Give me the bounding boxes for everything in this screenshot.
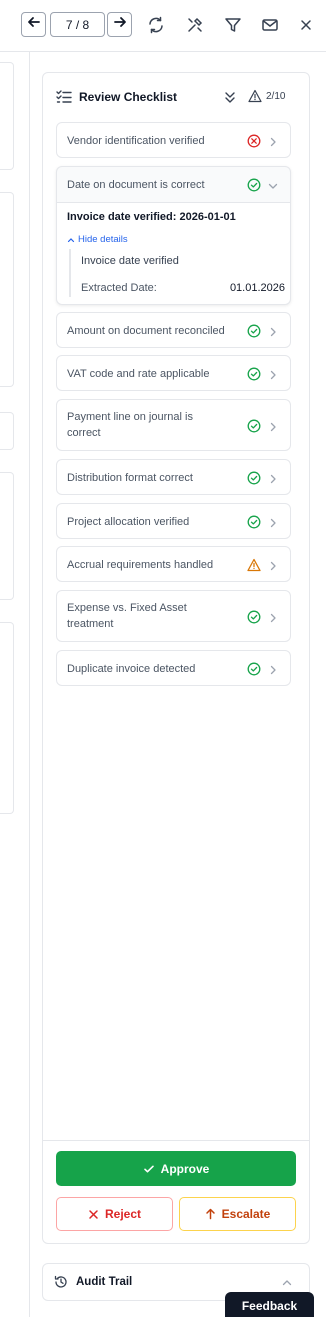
error-x-icon [247,134,261,148]
check-circle-icon [247,419,261,433]
checklist-item-vendor[interactable]: Vendor identification verified [56,122,291,158]
chevron-up-icon [67,237,75,242]
checklist-item-date[interactable]: Date on document is correct Invoice date… [56,166,291,305]
checklist-item-label: Vendor identification verified [67,135,205,147]
checklist-icon [56,89,72,105]
escalate-button[interactable]: Escalate [179,1197,296,1231]
checklist-item-details: Invoice date verified: 2026-01-01 Hide d… [57,203,290,304]
top-toolbar: 7 / 8 [0,0,326,52]
check-circle-icon [247,662,261,676]
tools-icon[interactable] [185,15,205,35]
arrow-right-icon [113,15,127,34]
arrow-left-icon [27,15,41,34]
checklist-item-header[interactable]: Date on document is correct [57,167,290,203]
filter-icon[interactable] [223,15,243,35]
check-circle-icon [247,471,261,485]
chevron-right-icon [267,611,279,623]
detail-line: Invoice date verified [81,255,179,267]
checklist-item-label: Date on document is correct [67,179,205,191]
warning-icon [248,89,262,103]
approve-label: Approve [160,1161,210,1176]
chevron-right-icon [267,325,279,337]
check-circle-icon [247,367,261,381]
reject-button[interactable]: Reject [56,1197,173,1231]
check-circle-icon [247,178,261,192]
chevron-down-icon [267,179,279,191]
refresh-icon[interactable] [146,15,166,35]
checklist-item-label: Amount on document reconciled [67,325,225,337]
checklist-item-payment-line[interactable]: Payment line on journal is correct [56,399,291,451]
close-icon[interactable] [296,15,316,35]
detail-value: 01.01.2026 [229,282,285,294]
audit-trail-title: Audit Trail [76,1276,133,1288]
checklist-item-label: Project allocation verified [67,516,190,528]
x-icon [89,1209,98,1219]
approve-button[interactable]: Approve [56,1151,296,1186]
footer-divider [43,1140,309,1141]
chevron-right-icon [267,135,279,147]
check-circle-icon [247,324,261,338]
chevron-right-icon [267,559,279,571]
left-panel-card [0,192,14,387]
mail-icon[interactable] [260,15,280,35]
checklist-item-accrual[interactable]: Accrual requirements handled [56,546,291,582]
feedback-button[interactable]: Feedback [225,1292,314,1317]
next-button[interactable] [107,12,132,37]
left-panel-card [0,622,14,814]
detail-key: Extracted Date: [81,282,157,294]
checklist-item-vat[interactable]: VAT code and rate applicable [56,355,291,391]
detail-box: Invoice date verified Extracted Date: 01… [69,249,285,297]
checklist-item-label: Expense vs. Fixed Asset treatment [67,602,187,630]
chevron-right-icon [267,368,279,380]
review-checklist-panel: Review Checklist 2/10 Vendor identificat… [42,72,310,1244]
collapse-all-icon[interactable] [222,89,238,105]
checklist-title: Review Checklist [79,90,178,104]
hide-details-label: Hide details [78,234,128,245]
hide-details-link[interactable]: Hide details [67,234,128,245]
checklist-item-label: Payment line on journal is correct [67,411,193,439]
page: 7 / 8 Review Checklist 2/10 Vendor ident… [0,0,326,1317]
chevron-right-icon [267,472,279,484]
left-panel-card [0,412,14,450]
chevron-right-icon [267,663,279,675]
check-circle-icon [247,515,261,529]
left-panel-edge [0,52,30,1317]
chevron-right-icon [267,516,279,528]
chevron-right-icon [267,420,279,432]
checklist-item-label: Accrual requirements handled [67,559,214,571]
issue-count-badge: 2/10 [266,91,286,102]
left-panel-card [0,62,14,170]
checklist-item-label: VAT code and rate applicable [67,368,210,380]
history-icon [54,1275,68,1289]
checklist-item-amount[interactable]: Amount on document reconciled [56,312,291,348]
checklist-item-label: Duplicate invoice detected [67,663,196,675]
check-circle-icon [247,610,261,624]
pager-input[interactable]: 7 / 8 [50,12,105,37]
arrow-up-icon [205,1208,215,1220]
check-icon [143,1165,154,1172]
escalate-label: Escalate [221,1207,271,1221]
checklist-item-project[interactable]: Project allocation verified [56,503,291,539]
checklist-header: Review Checklist 2/10 [56,85,298,109]
reject-label: Reject [104,1207,142,1221]
checklist-item-expense-asset[interactable]: Expense vs. Fixed Asset treatment [56,590,291,642]
chevron-up-icon[interactable] [281,1276,293,1288]
checklist-item-label: Distribution format correct [67,472,193,484]
warning-triangle-icon [247,558,261,572]
prev-button[interactable] [21,12,46,37]
detail-headline: Invoice date verified: 2026-01-01 [67,211,236,223]
checklist-item-distribution[interactable]: Distribution format correct [56,459,291,495]
left-panel-card [0,472,14,600]
checklist-item-duplicate[interactable]: Duplicate invoice detected [56,650,291,686]
